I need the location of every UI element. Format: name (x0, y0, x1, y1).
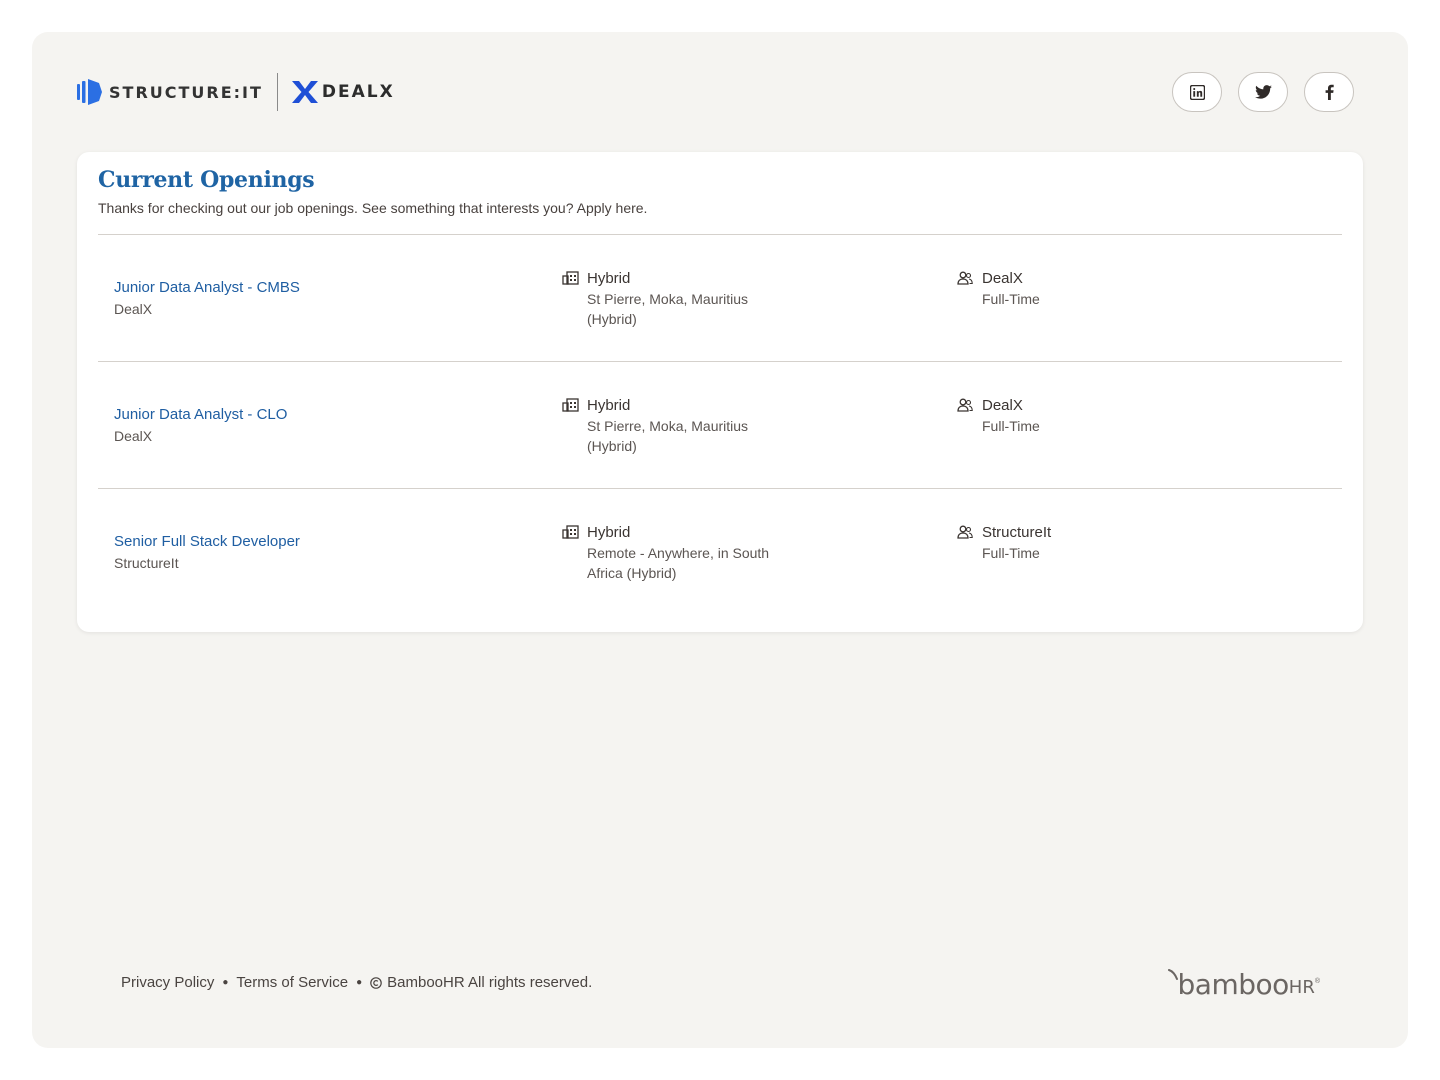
openings-card: Current Openings Thanks for checking out… (77, 152, 1363, 632)
job-employment: DealX Full-Time (957, 396, 1040, 436)
building-icon (562, 523, 580, 541)
page-frame: STRUCTURE:IT DEALX Current Openings Than… (32, 32, 1408, 1048)
structureit-logo-mark-icon (77, 79, 102, 105)
job-department: DealX (114, 428, 153, 444)
job-title-link[interactable]: Junior Data Analyst - CLO (114, 406, 287, 423)
privacy-policy-link[interactable]: Privacy Policy (121, 974, 214, 991)
bamboohr-logo-suffix: HR (1288, 977, 1315, 998)
employment-type: Full-Time (982, 291, 1040, 307)
facebook-icon (1325, 84, 1334, 100)
location-text: St Pierre, Moka, Mauritius (Hybrid) (587, 418, 749, 454)
location-text: Remote - Anywhere, in South Africa (Hybr… (587, 545, 770, 581)
building-icon (562, 396, 580, 414)
social-links (1172, 72, 1354, 112)
page-title: Current Openings (98, 167, 315, 193)
job-employment: StructureIt Full-Time (957, 523, 1051, 563)
separator-dot: ● (356, 977, 363, 988)
location-text: St Pierre, Moka, Mauritius (Hybrid) (587, 291, 749, 327)
bamboohr-logo[interactable]: bamboo HR ® (1167, 968, 1320, 1001)
company-name: DealX (982, 396, 1023, 414)
users-icon (957, 269, 975, 287)
job-location: Hybrid St Pierre, Moka, Mauritius (Hybri… (562, 396, 797, 456)
job-department: StructureIt (114, 555, 179, 571)
location-type: Hybrid (587, 396, 631, 414)
trademark-mark: ® (1314, 978, 1320, 985)
linkedin-button[interactable] (1172, 72, 1222, 112)
job-row: Junior Data Analyst - CMBS DealX Hybrid … (98, 235, 1342, 361)
employment-type: Full-Time (982, 545, 1040, 561)
footer: Privacy Policy ● Terms of Service ● Bamb… (121, 974, 592, 991)
job-row: Senior Full Stack Developer StructureIt … (98, 489, 1342, 615)
dealx-logo-text: DEALX (321, 82, 395, 102)
twitter-button[interactable] (1238, 72, 1288, 112)
job-title-link[interactable]: Senior Full Stack Developer (114, 533, 300, 550)
company-name: StructureIt (982, 523, 1052, 541)
page-subtitle: Thanks for checking out our job openings… (98, 200, 648, 216)
job-title-link[interactable]: Junior Data Analyst - CMBS (114, 279, 300, 296)
users-icon (957, 396, 975, 414)
building-icon (562, 269, 580, 287)
separator-dot: ● (222, 977, 229, 988)
linkedin-icon (1189, 84, 1205, 100)
location-type: Hybrid (587, 269, 631, 287)
users-icon (957, 523, 975, 541)
copyright-text: BambooHR All rights reserved. (387, 974, 593, 991)
employment-type: Full-Time (982, 418, 1040, 434)
company-logos[interactable]: STRUCTURE:IT DEALX (77, 72, 395, 112)
dealx-logo: DEALX (291, 81, 395, 103)
job-employment: DealX Full-Time (957, 269, 1040, 309)
location-type: Hybrid (587, 523, 631, 541)
twitter-icon (1254, 85, 1272, 99)
header: STRUCTURE:IT DEALX (77, 72, 1354, 112)
bamboohr-logo-text: bamboo (1177, 968, 1290, 1001)
structureit-logo: STRUCTURE:IT (77, 78, 263, 106)
job-location: Hybrid Remote - Anywhere, in South Afric… (562, 523, 797, 583)
job-location: Hybrid St Pierre, Moka, Mauritius (Hybri… (562, 269, 797, 329)
dealx-logo-mark-icon (291, 81, 318, 103)
copyright-icon (370, 976, 382, 989)
facebook-button[interactable] (1304, 72, 1354, 112)
company-name: DealX (982, 269, 1023, 287)
job-row: Junior Data Analyst - CLO DealX Hybrid S… (98, 362, 1342, 488)
logo-divider (276, 73, 278, 111)
job-department: DealX (114, 301, 153, 317)
structureit-logo-text: STRUCTURE:IT (109, 82, 263, 102)
terms-of-service-link[interactable]: Terms of Service (236, 974, 348, 991)
